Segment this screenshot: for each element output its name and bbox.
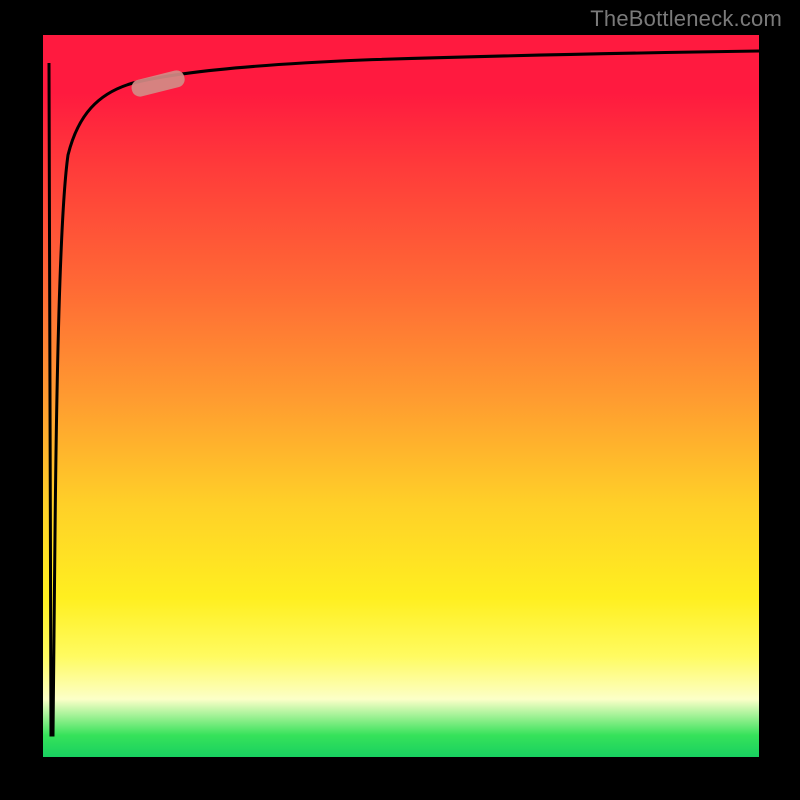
attribution-text: TheBottleneck.com [590,6,782,32]
chart-stage: TheBottleneck.com [0,0,800,800]
plot-background-gradient [43,35,759,757]
